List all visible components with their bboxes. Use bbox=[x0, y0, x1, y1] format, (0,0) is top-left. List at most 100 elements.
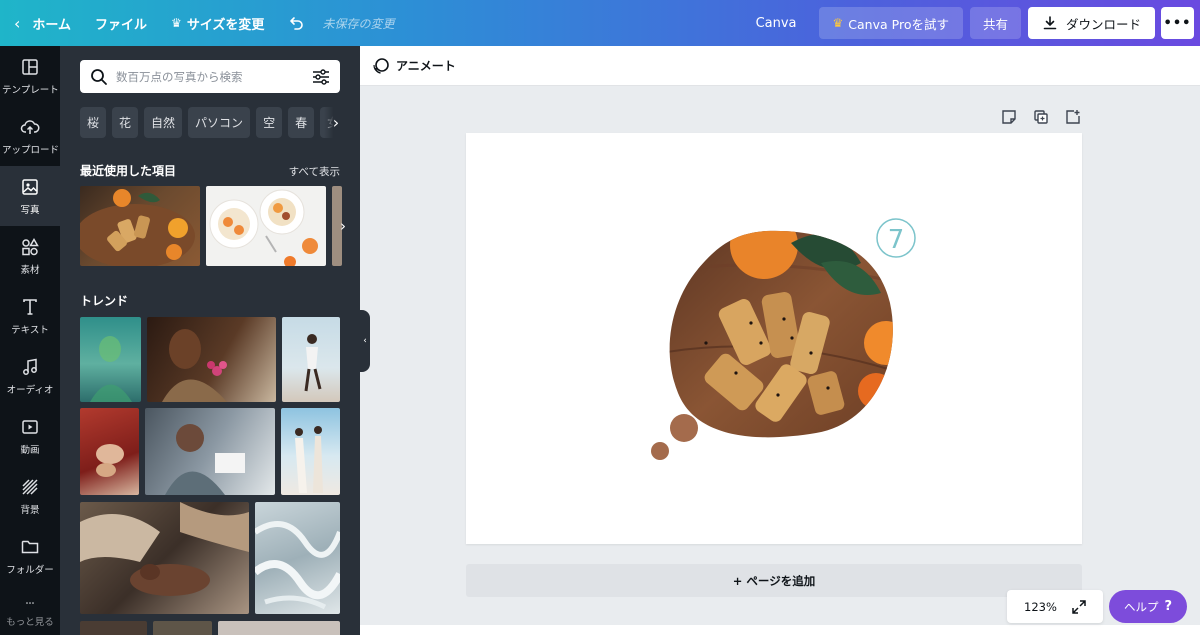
rail-item-elements[interactable]: 素材 bbox=[0, 226, 60, 286]
chevron-right-icon: › bbox=[340, 217, 346, 235]
rail-label-elements: 素材 bbox=[20, 264, 40, 276]
rail-label-photos: 写真 bbox=[20, 204, 40, 216]
home-label: ホーム bbox=[32, 17, 72, 33]
see-all-link[interactable]: すべて表示 bbox=[289, 164, 340, 179]
chevron-left-icon: ‹ bbox=[14, 13, 21, 33]
rail-label-background: 背景 bbox=[20, 504, 40, 516]
rail-item-video[interactable]: 動画 bbox=[0, 406, 60, 466]
animate-icon bbox=[373, 57, 389, 74]
thought-bubble-large[interactable] bbox=[670, 414, 698, 442]
trend-photo[interactable] bbox=[281, 408, 340, 495]
download-button[interactable]: ダウンロード bbox=[1027, 7, 1155, 39]
rail-item-folders[interactable]: フォルダー bbox=[0, 526, 60, 586]
add-page-button[interactable]: + ページを追加 bbox=[466, 564, 1082, 597]
photo-thumbnail bbox=[165, 424, 245, 495]
rail-item-background[interactable]: 背景 bbox=[0, 466, 60, 526]
undo-button[interactable] bbox=[276, 0, 316, 46]
rail-label-more: もっと見る bbox=[6, 617, 54, 628]
folder-icon bbox=[21, 540, 39, 553]
trend-photo[interactable] bbox=[80, 317, 141, 402]
trend-photo[interactable] bbox=[255, 502, 340, 614]
try-pro-label: Canva Proを試す bbox=[848, 16, 949, 32]
photo-thumbnail bbox=[209, 189, 318, 266]
video-icon bbox=[22, 419, 38, 434]
thought-bubble-small[interactable] bbox=[651, 442, 669, 460]
recent-photo-biscotti[interactable] bbox=[80, 186, 200, 266]
animate-label: アニメート bbox=[396, 59, 456, 73]
duplicate-page-icon[interactable] bbox=[1032, 108, 1050, 126]
trend-section-title: トレンド bbox=[80, 294, 129, 308]
resize-button[interactable]: ♛ サイズを変更 bbox=[159, 0, 276, 46]
page-note-icon[interactable] bbox=[1000, 108, 1018, 126]
add-page-icon[interactable] bbox=[1064, 108, 1082, 126]
chip-keyword[interactable]: 自然 bbox=[144, 107, 183, 138]
trend-photo[interactable] bbox=[80, 621, 147, 635]
share-button[interactable]: 共有 bbox=[969, 7, 1021, 39]
recent-photo-breakfast[interactable] bbox=[206, 186, 326, 266]
trend-photo[interactable] bbox=[145, 408, 275, 495]
rail-item-audio[interactable]: オーディオ bbox=[0, 346, 60, 406]
fullscreen-icon[interactable] bbox=[1071, 599, 1087, 615]
photo-thumbnail bbox=[304, 334, 322, 392]
photo-thumbnail bbox=[162, 329, 227, 402]
chip-keyword[interactable]: 桜 bbox=[80, 107, 107, 138]
photo-search bbox=[80, 60, 340, 93]
more-dots-icon: ••• bbox=[1163, 15, 1192, 31]
animate-button[interactable]: アニメート bbox=[372, 57, 456, 75]
number-badge[interactable]: 7 bbox=[876, 218, 916, 258]
help-button[interactable]: ヘルプ ? bbox=[1109, 590, 1187, 623]
filter-icon[interactable] bbox=[310, 66, 332, 88]
file-label: ファイル bbox=[95, 17, 148, 33]
rail-label-folders: フォルダー bbox=[6, 564, 54, 576]
left-rail: テンプレート アップロード 写真 素材 テキスト オーディオ 動画 背景 フォル… bbox=[0, 46, 60, 635]
keyword-chips: 桜 花 自然 パソコン 空 春 女 bbox=[80, 107, 350, 139]
rail-item-text[interactable]: テキスト bbox=[0, 286, 60, 346]
share-label: 共有 bbox=[982, 16, 1008, 32]
more-options-button[interactable]: ••• bbox=[1161, 7, 1194, 39]
photo-thumbnail bbox=[80, 502, 249, 596]
trend-photo[interactable] bbox=[80, 502, 249, 614]
background-icon bbox=[22, 478, 38, 495]
page-tools bbox=[1000, 108, 1082, 126]
crown-icon: ♛ bbox=[171, 16, 182, 30]
chip-keyword[interactable]: 春 bbox=[288, 107, 315, 138]
rail-label-uploads: アップロード bbox=[2, 144, 58, 156]
rail-item-photos[interactable]: 写真 bbox=[0, 166, 60, 226]
try-pro-button[interactable]: ♛ Canva Proを試す bbox=[818, 7, 963, 39]
chips-next-button[interactable]: › bbox=[324, 107, 348, 138]
trend-photo[interactable] bbox=[153, 621, 212, 635]
music-icon bbox=[23, 358, 37, 375]
rail-label-video: 動画 bbox=[20, 444, 40, 456]
trend-photo[interactable] bbox=[282, 317, 340, 402]
photo-thumbnail bbox=[295, 426, 323, 493]
chevron-right-icon: › bbox=[332, 113, 340, 132]
chip-keyword[interactable]: パソコン bbox=[188, 107, 251, 138]
home-button[interactable]: ‹ ホーム bbox=[0, 0, 83, 46]
file-menu[interactable]: ファイル bbox=[83, 0, 159, 46]
crown-icon: ♛ bbox=[832, 16, 844, 30]
text-icon bbox=[23, 298, 37, 315]
trend-photo[interactable] bbox=[218, 621, 340, 635]
recent-section-title: 最近使用した項目 bbox=[80, 164, 177, 178]
top-bar: ‹ ホーム ファイル ♛ サイズを変更 未保存の変更 Canva ♛ Canva… bbox=[0, 0, 1200, 46]
rail-item-more[interactable]: もっと見る bbox=[0, 586, 60, 635]
undo-icon bbox=[290, 17, 304, 30]
design-page[interactable]: 7 bbox=[466, 133, 1082, 544]
trend-photo[interactable] bbox=[147, 317, 276, 402]
editor-bottom-strip bbox=[360, 625, 1200, 635]
zoom-control: 123% bbox=[1007, 590, 1103, 623]
photo-thumbnail bbox=[80, 189, 195, 266]
help-label: ヘルプ bbox=[1123, 599, 1159, 614]
rail-item-uploads[interactable]: アップロード bbox=[0, 106, 60, 166]
unsaved-status: 未保存の変更 bbox=[322, 16, 395, 31]
rail-item-templates[interactable]: テンプレート bbox=[0, 46, 60, 106]
biscotti-photo[interactable] bbox=[661, 211, 908, 448]
chip-keyword[interactable]: 花 bbox=[112, 107, 139, 138]
search-input[interactable] bbox=[116, 61, 310, 92]
chip-keyword[interactable]: 空 bbox=[256, 107, 283, 138]
trend-photo[interactable] bbox=[80, 408, 139, 495]
cloud-upload-icon bbox=[20, 119, 40, 134]
collapse-panel-button[interactable]: ‹ bbox=[360, 310, 370, 372]
recent-next-button[interactable]: › bbox=[332, 186, 354, 266]
zoom-level[interactable]: 123% bbox=[1024, 600, 1057, 614]
